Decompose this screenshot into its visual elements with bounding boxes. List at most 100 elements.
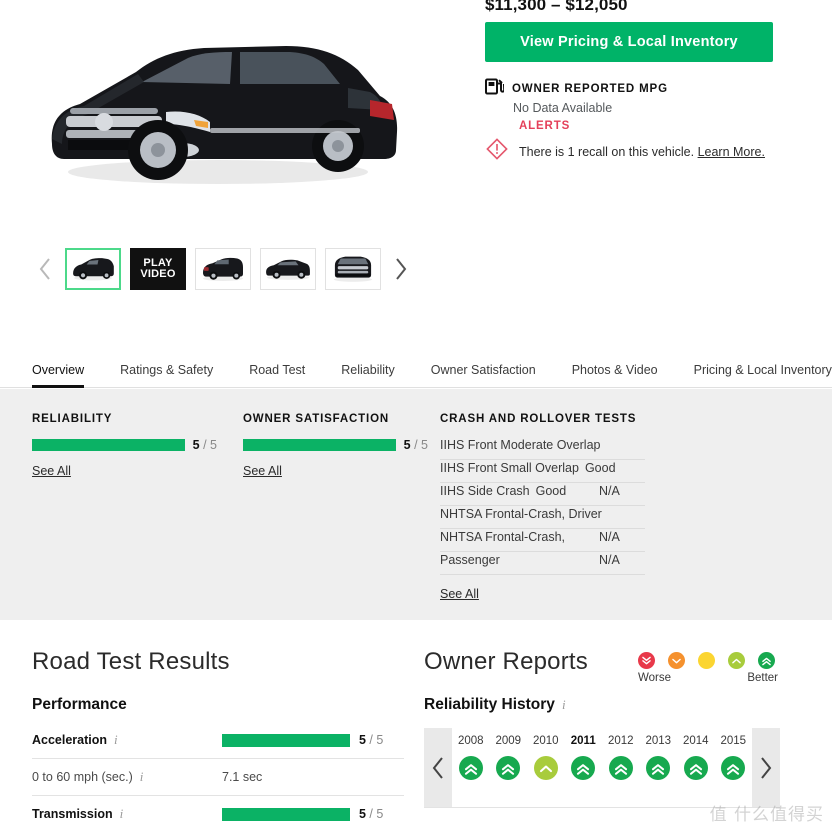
history-prev-button[interactable] bbox=[424, 728, 452, 807]
alert-diamond-icon bbox=[485, 137, 509, 166]
history-year-2011[interactable]: 2011 bbox=[565, 728, 603, 807]
thumbnail-gallery: PLAY VIDEO bbox=[0, 238, 420, 300]
history-year-2009[interactable]: 2009 bbox=[490, 728, 528, 807]
reliability-history-title: Reliability History i bbox=[424, 696, 566, 713]
tab-photos-video[interactable]: Photos & Video bbox=[554, 363, 676, 387]
history-year-label: 2015 bbox=[720, 735, 747, 747]
crash-test-label: Passenger bbox=[440, 553, 500, 567]
crash-test-row: NHTSA Frontal-Crash, Driver bbox=[440, 506, 645, 529]
tab-reliability[interactable]: Reliability bbox=[323, 363, 413, 387]
thumbnail-front-three-quarter[interactable] bbox=[65, 248, 121, 290]
history-year-2010[interactable]: 2010 bbox=[527, 728, 565, 807]
reliability-summary: RELIABILITY 5 / 5 See All bbox=[32, 413, 217, 480]
legend-dot-2 bbox=[668, 652, 685, 669]
crash-test-rating: Good bbox=[535, 484, 567, 498]
history-year-2015[interactable]: 2015 bbox=[715, 728, 753, 807]
gallery-prev-button[interactable] bbox=[34, 252, 56, 286]
crash-test-row: IIHS Front Moderate Overlap bbox=[440, 437, 645, 460]
history-rating-dot bbox=[533, 756, 558, 780]
crash-see-all-link[interactable]: See All bbox=[440, 587, 479, 601]
history-rating-dot bbox=[496, 756, 521, 780]
history-rating-dot bbox=[458, 756, 483, 780]
tab-overview[interactable]: Overview bbox=[32, 363, 102, 388]
crash-test-value: N/A bbox=[599, 553, 620, 567]
history-year-label: 2013 bbox=[645, 735, 672, 747]
road-test-results: Road Test Results Performance Accelerati… bbox=[32, 648, 404, 829]
road-test-value: 7.1 sec bbox=[222, 770, 263, 784]
thumbnail-rear-three-quarter[interactable] bbox=[195, 248, 251, 290]
section-tabs: Overview Ratings & Safety Road Test Reli… bbox=[0, 350, 832, 388]
mpg-value: No Data Available bbox=[513, 101, 613, 115]
owner-satisfaction-summary: OWNER SATISFACTION 5 / 5 See All bbox=[243, 413, 428, 480]
owner-satisfaction-bar bbox=[243, 439, 396, 451]
crash-test-row: NHTSA Frontal-Crash, N/A bbox=[440, 529, 645, 552]
tab-owner-satisfaction[interactable]: Owner Satisfaction bbox=[413, 363, 554, 387]
info-icon[interactable]: i bbox=[120, 806, 124, 822]
history-rating-dot bbox=[608, 756, 633, 780]
legend-dot-4 bbox=[728, 652, 745, 669]
tab-pricing-local-inventory[interactable]: Pricing & Local Inventory bbox=[676, 363, 832, 387]
info-icon[interactable]: i bbox=[114, 732, 118, 748]
road-test-row: 0 to 60 mph (sec.) i 7.1 sec bbox=[32, 759, 404, 796]
crash-test-label: IIHS Side Crash bbox=[440, 484, 530, 498]
price-range: $11,300 – $12,050 bbox=[485, 0, 628, 14]
history-year-label: 2010 bbox=[532, 735, 559, 747]
history-year-label: 2011 bbox=[570, 735, 596, 747]
reliability-score: 5 / 5 bbox=[192, 438, 217, 452]
reliability-see-all-link[interactable]: See All bbox=[32, 464, 71, 478]
history-year-label: 2009 bbox=[495, 735, 522, 747]
history-year-2008[interactable]: 2008 bbox=[452, 728, 490, 807]
crash-tests-title: CRASH AND ROLLOVER TESTS bbox=[440, 413, 637, 425]
history-year-2012[interactable]: 2012 bbox=[602, 728, 640, 807]
crash-test-row: IIHS Side Crash Good N/A bbox=[440, 483, 645, 506]
crash-test-row: IIHS Front Small Overlap Good bbox=[440, 460, 645, 483]
recall-text: There is 1 recall on this vehicle. Learn… bbox=[519, 145, 765, 159]
hero-car-image[interactable] bbox=[18, 4, 418, 204]
gallery-next-button[interactable] bbox=[390, 252, 412, 286]
road-test-label: 0 to 60 mph (sec.) i bbox=[32, 769, 144, 785]
road-test-heading: Road Test Results bbox=[32, 648, 230, 675]
history-year-label: 2008 bbox=[457, 735, 484, 747]
road-test-score: 5 / 5 bbox=[359, 807, 384, 821]
road-test-row: Acceleration i 5 / 5 bbox=[32, 722, 404, 759]
sedan-illustration bbox=[51, 46, 398, 184]
vehicle-overview-page: $11,300 – $12,050 View Pricing & Local I… bbox=[0, 0, 832, 829]
road-test-bar bbox=[222, 807, 350, 821]
legend-dot-3 bbox=[698, 652, 715, 669]
reliability-history-info-icon[interactable]: i bbox=[562, 697, 566, 713]
alerts-section: ALERTS There is 1 recall on this vehicle… bbox=[485, 120, 805, 166]
info-icon[interactable]: i bbox=[140, 769, 144, 785]
owner-satisfaction-score: 5 / 5 bbox=[403, 438, 428, 452]
recall-message: There is 1 recall on this vehicle. bbox=[519, 144, 695, 159]
history-year-label: 2012 bbox=[607, 735, 634, 747]
lower-content: Road Test Results Performance Accelerati… bbox=[0, 620, 832, 829]
owner-reports: Owner Reports Worse Better Reliability H… bbox=[424, 648, 814, 808]
thumbnail-side-profile[interactable] bbox=[260, 248, 316, 290]
road-test-row: Transmission i 5 / 5 bbox=[32, 796, 404, 829]
crash-test-label: IIHS Front Moderate Overlap bbox=[440, 438, 601, 452]
learn-more-link[interactable]: Learn More. bbox=[698, 145, 765, 159]
history-next-button[interactable] bbox=[752, 728, 780, 807]
thumbnail-front-straight[interactable] bbox=[325, 248, 381, 290]
legend-dot-5 bbox=[758, 652, 775, 669]
reliability-history-chart: 2008 2009 2010 2011 2012 2013 2014 2015 bbox=[424, 728, 780, 808]
history-year-2013[interactable]: 2013 bbox=[640, 728, 678, 807]
legend-dot-1 bbox=[638, 652, 655, 669]
tab-road-test[interactable]: Road Test bbox=[231, 363, 323, 387]
road-test-bar bbox=[222, 733, 350, 747]
crash-rollover-summary: CRASH AND ROLLOVER TESTS IIHS Front Mode… bbox=[440, 413, 645, 603]
fuel-pump-icon bbox=[485, 78, 506, 100]
tab-ratings-safety[interactable]: Ratings & Safety bbox=[102, 363, 231, 387]
crash-test-row: Passenger N/A bbox=[440, 552, 645, 575]
view-pricing-button[interactable]: View Pricing & Local Inventory bbox=[485, 22, 773, 62]
owner-satisfaction-see-all-link[interactable]: See All bbox=[243, 464, 282, 478]
history-year-2014[interactable]: 2014 bbox=[677, 728, 715, 807]
history-rating-dot bbox=[683, 756, 708, 780]
performance-subheading: Performance bbox=[32, 696, 127, 713]
thumbnail-play-video[interactable]: PLAY VIDEO bbox=[130, 248, 186, 290]
road-test-score: 5 / 5 bbox=[359, 733, 384, 747]
road-test-label: Acceleration i bbox=[32, 732, 118, 748]
legend-worse-label: Worse bbox=[638, 672, 672, 684]
reliability-title: RELIABILITY bbox=[32, 413, 113, 425]
hero-section: $11,300 – $12,050 View Pricing & Local I… bbox=[0, 0, 832, 230]
